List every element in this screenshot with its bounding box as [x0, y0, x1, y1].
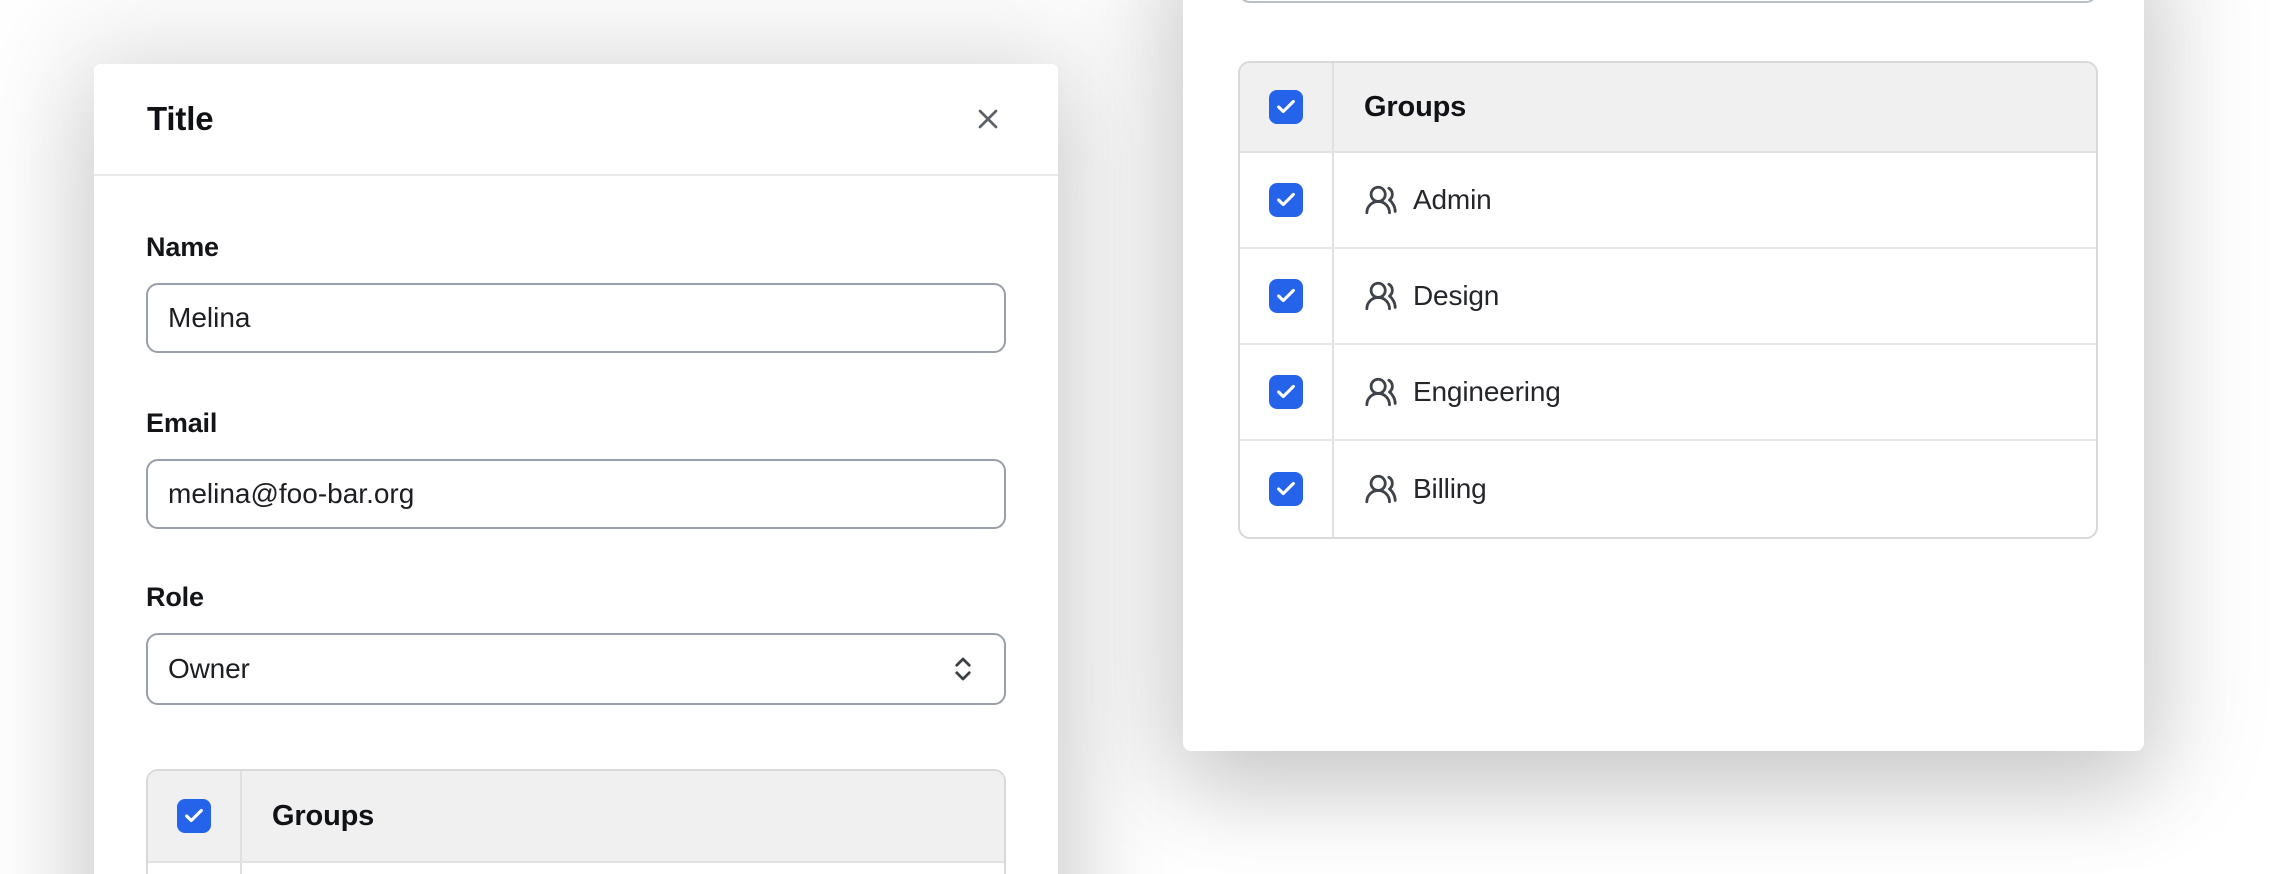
modal-groups-table: Groups	[146, 769, 1006, 874]
groups-header-label: Groups	[1334, 63, 2096, 151]
groups-panel: Groups Admin	[1183, 0, 2144, 751]
name-input[interactable]	[146, 283, 1006, 353]
row-checkbox[interactable]	[1269, 183, 1303, 217]
users-icon	[1364, 375, 1398, 409]
header-checkbox-cell	[1240, 63, 1334, 151]
panel-groups-table-header: Groups	[1240, 63, 2096, 153]
check-icon	[1275, 478, 1297, 500]
check-icon	[1275, 381, 1297, 403]
close-button[interactable]	[966, 97, 1010, 141]
table-row-engineering: Engineering	[1240, 345, 2096, 441]
table-row-admin: Admin	[1240, 153, 2096, 249]
table-row	[148, 863, 1004, 874]
name-label: Name	[146, 231, 1006, 263]
row-checkbox[interactable]	[1269, 375, 1303, 409]
check-icon	[1275, 96, 1297, 118]
chevron-up-down-icon	[948, 651, 978, 687]
modal-body: Name Email Role Owner Groups	[94, 176, 1058, 874]
check-icon	[1275, 285, 1297, 307]
user-edit-modal: Title Name Email Role Owner Groups	[94, 64, 1058, 874]
check-icon	[183, 805, 205, 827]
role-select[interactable]: Owner	[146, 633, 1006, 705]
header-checkbox-cell	[148, 771, 242, 861]
select-all-checkbox[interactable]	[1269, 90, 1303, 124]
row-checkbox[interactable]	[1269, 279, 1303, 313]
row-checkbox[interactable]	[1269, 472, 1303, 506]
users-icon	[1364, 183, 1398, 217]
groups-panel-body: Groups Admin	[1183, 0, 2144, 751]
select-all-checkbox[interactable]	[177, 799, 211, 833]
panel-groups-table: Groups Admin	[1238, 61, 2098, 539]
check-icon	[1275, 189, 1297, 211]
table-row-billing: Billing	[1240, 441, 2096, 537]
group-row-label: Design	[1413, 280, 1499, 312]
email-label: Email	[146, 407, 1006, 439]
modal-header: Title	[94, 64, 1058, 176]
role-select-value: Owner	[168, 653, 250, 685]
users-icon	[1364, 472, 1398, 506]
table-row-design: Design	[1240, 249, 2096, 345]
email-input[interactable]	[146, 459, 1006, 529]
group-row-label: Admin	[1413, 184, 1492, 216]
modal-title: Title	[147, 100, 966, 138]
users-icon	[1364, 279, 1398, 313]
group-row-label: Engineering	[1413, 376, 1561, 408]
modal-groups-table-header: Groups	[148, 771, 1004, 863]
group-row-label: Billing	[1413, 473, 1487, 505]
groups-header-label: Groups	[242, 771, 1004, 861]
role-select-cutoff[interactable]	[1238, 0, 2098, 3]
role-label: Role	[146, 581, 1006, 613]
x-icon	[972, 103, 1004, 135]
